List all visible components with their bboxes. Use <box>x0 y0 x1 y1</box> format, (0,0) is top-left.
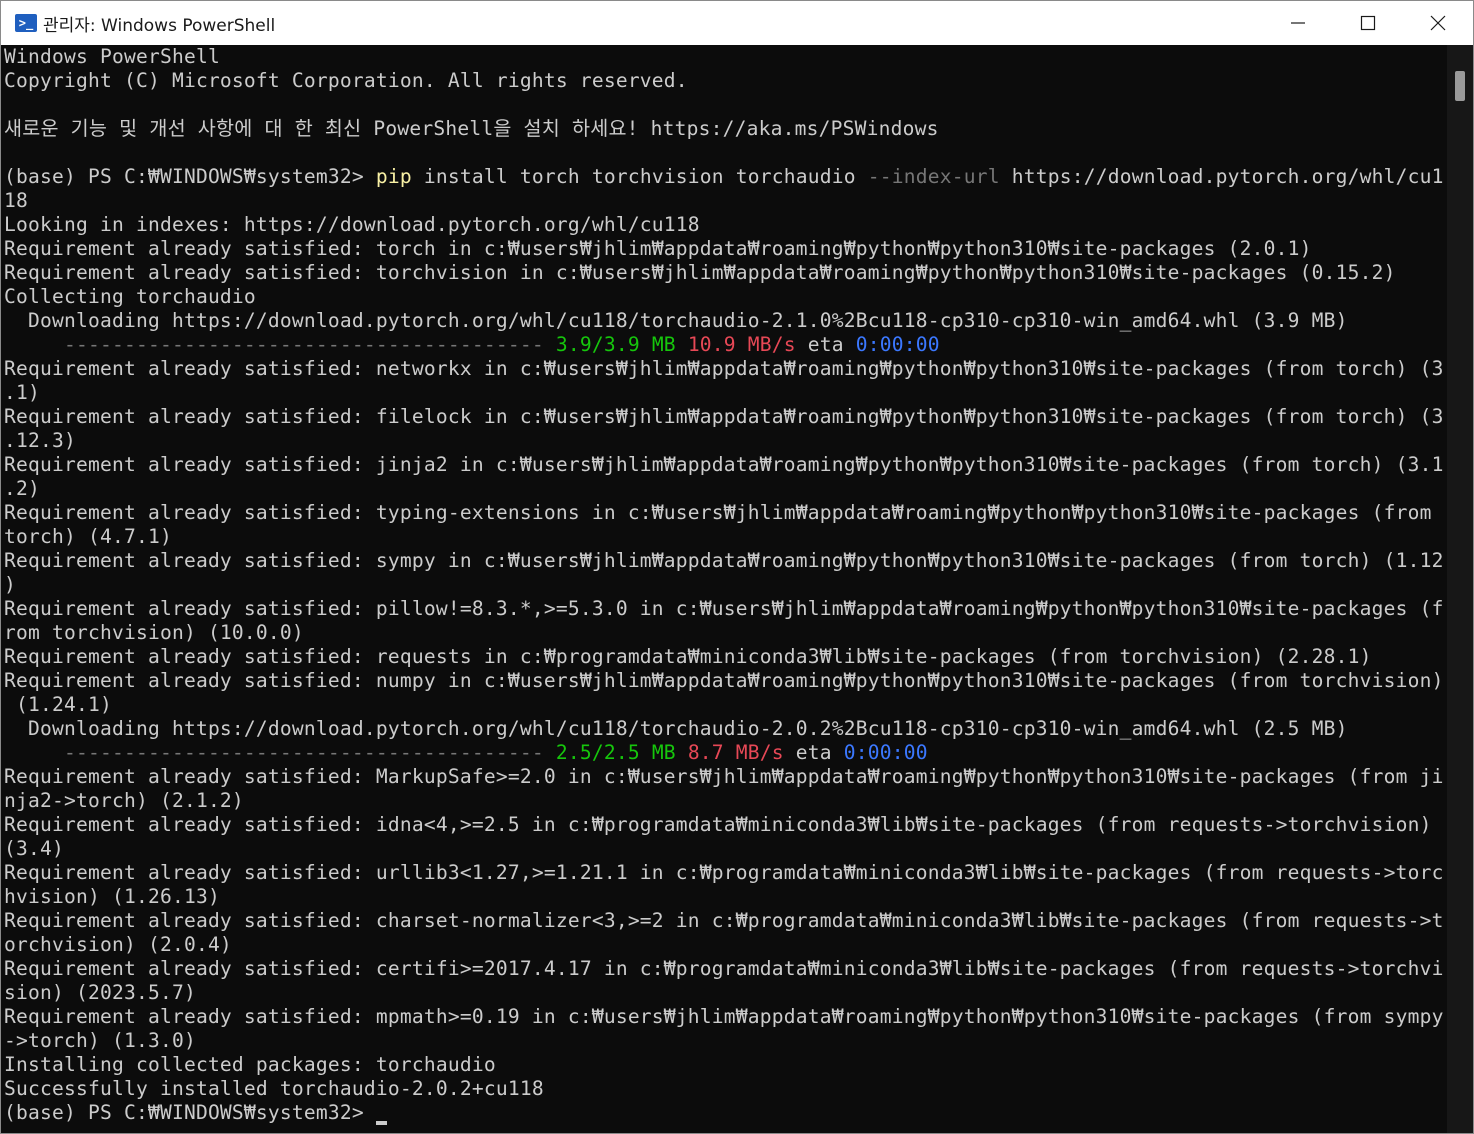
command-line: (base) PS C:₩WINDOWS₩system32> pip insta… <box>4 165 1444 189</box>
progress-eta-label: eta <box>795 333 856 356</box>
console-line: Requirement already satisfied: networkx … <box>4 357 1444 380</box>
console-line: ->torch) (1.3.0) <box>4 1029 196 1052</box>
prompt: (base) PS C:₩WINDOWS₩system32> <box>4 165 376 188</box>
console-line: Downloading https://download.pytorch.org… <box>4 717 1348 740</box>
console-line: ) <box>4 573 16 596</box>
window-controls <box>1263 1 1473 45</box>
console-line: Copyright (C) Microsoft Corporation. All… <box>4 69 688 92</box>
command-name: pip <box>375 165 412 188</box>
download-progress: ----------------------------------------… <box>4 741 928 765</box>
progress-size: 2.5/2.5 MB <box>555 741 676 764</box>
progress-eta: 0:00:00 <box>843 741 928 764</box>
command-parameter: --index-url <box>867 165 1000 188</box>
console-line: (3.4) <box>4 837 64 860</box>
progress-eta-label: eta <box>783 741 844 764</box>
console-line: Requirement already satisfied: numpy in … <box>4 669 1444 692</box>
window-title: 관리자: Windows PowerShell <box>43 15 276 36</box>
download-progress: ----------------------------------------… <box>4 333 940 357</box>
console-line: hvision) (1.26.13) <box>4 885 220 908</box>
close-button[interactable] <box>1403 1 1473 45</box>
console-line: Successfully installed torchaudio-2.0.2+… <box>4 1077 544 1100</box>
console-line: Requirement already satisfied: sympy in … <box>4 549 1444 572</box>
console-line: 새로운 기능 및 개선 사항에 대 한 최신 PowerShell을 설치 하세… <box>4 117 939 140</box>
console-line: rom torchvision) (10.0.0) <box>4 621 304 644</box>
powershell-window: >_ 관리자: Windows PowerShell Windows Power… <box>0 0 1474 1134</box>
console-line: (1.24.1) <box>4 693 112 716</box>
console-line: Requirement already satisfied: MarkupSaf… <box>4 765 1444 788</box>
console-line: .1) <box>4 381 40 404</box>
console-line: Downloading https://download.pytorch.org… <box>4 309 1348 332</box>
progress-size: 3.9/3.9 MB <box>555 333 676 356</box>
console-line: Requirement already satisfied: filelock … <box>4 405 1444 428</box>
console-line: Requirement already satisfied: mpmath>=0… <box>4 1005 1444 1028</box>
command-args: install torch torchvision torchaudio <box>411 165 868 188</box>
minimize-icon <box>1291 22 1305 24</box>
console-output[interactable]: Windows PowerShell Copyright (C) Microso… <box>1 45 1447 1133</box>
console-line: .2) <box>4 477 40 500</box>
maximize-button[interactable] <box>1333 1 1403 45</box>
console-line: Collecting torchaudio <box>4 285 256 308</box>
console-line: Requirement already satisfied: torch in … <box>4 237 1312 260</box>
console-line: Requirement already satisfied: typing-ex… <box>4 501 1432 524</box>
console-line: sion) (2023.5.7) <box>4 981 196 1004</box>
console-line: Requirement already satisfied: idna<4,>=… <box>4 813 1432 836</box>
text-cursor <box>375 1121 387 1125</box>
console-line: orchvision) (2.0.4) <box>4 933 232 956</box>
powershell-icon: >_ <box>15 14 37 32</box>
prompt-line[interactable]: (base) PS C:₩WINDOWS₩system32> <box>4 1101 387 1125</box>
title-bar[interactable]: >_ 관리자: Windows PowerShell <box>1 1 1473 45</box>
progress-eta: 0:00:00 <box>855 333 940 356</box>
console-line: Looking in indexes: https://download.pyt… <box>4 213 700 236</box>
console-line: Windows PowerShell <box>4 45 220 68</box>
console-line: Requirement already satisfied: pillow!=8… <box>4 597 1444 620</box>
console-line: Requirement already satisfied: urllib3<1… <box>4 861 1444 884</box>
progress-bar: ---------------------------------------- <box>4 333 556 356</box>
progress-speed: 10.9 MB/s <box>687 333 796 356</box>
console-line: Requirement already satisfied: torchvisi… <box>4 261 1396 284</box>
console-line: nja2->torch) (2.1.2) <box>4 789 244 812</box>
scrollbar-thumb[interactable] <box>1455 71 1465 101</box>
close-icon <box>1430 15 1446 31</box>
vertical-scrollbar[interactable] <box>1447 45 1473 1133</box>
console-line: Requirement already satisfied: charset-n… <box>4 909 1444 932</box>
console-line: torch) (4.7.1) <box>4 525 172 548</box>
console-line: Requirement already satisfied: requests … <box>4 645 1372 668</box>
command-url: https://download.pytorch.org/whl/cu1 <box>999 165 1444 188</box>
progress-bar: ---------------------------------------- <box>4 741 556 764</box>
console-line: Requirement already satisfied: certifi>=… <box>4 957 1444 980</box>
maximize-icon <box>1360 15 1376 31</box>
prompt: (base) PS C:₩WINDOWS₩system32> <box>4 1101 376 1124</box>
console-line: Requirement already satisfied: jinja2 in… <box>4 453 1444 476</box>
console-line: .12.3) <box>4 429 76 452</box>
progress-speed: 8.7 MB/s <box>687 741 784 764</box>
console-line: Installing collected packages: torchaudi… <box>4 1053 496 1076</box>
minimize-button[interactable] <box>1263 1 1333 45</box>
console-line: 18 <box>4 189 28 212</box>
